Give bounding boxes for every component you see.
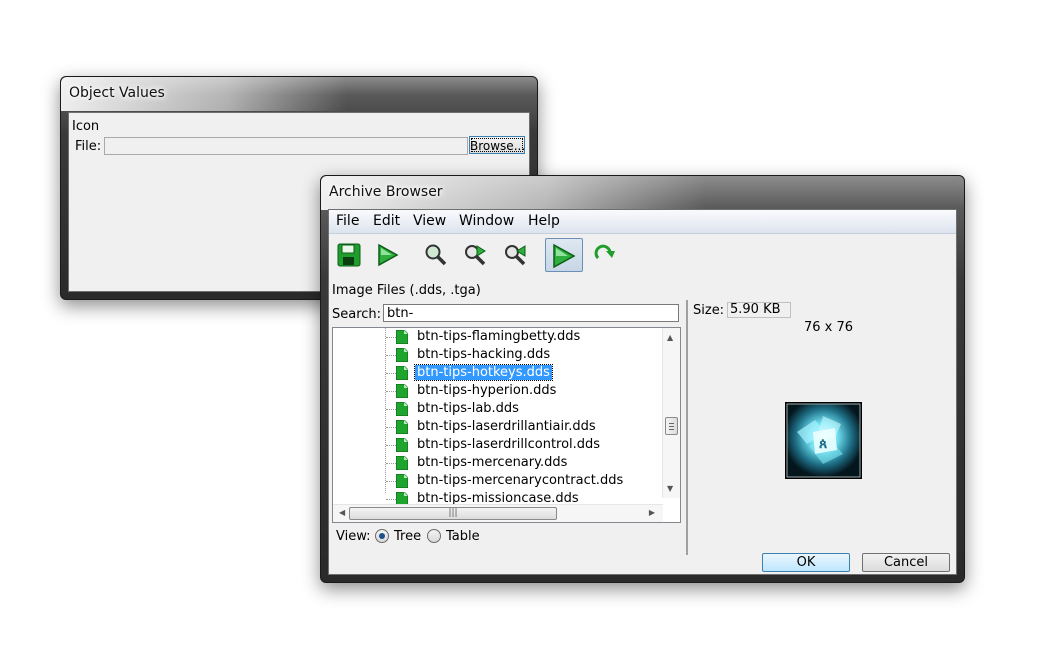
file-icon bbox=[396, 348, 408, 362]
tree-file-item[interactable]: btn-tips-laserdrillcontrol.dds bbox=[333, 436, 663, 454]
file-icon bbox=[396, 420, 408, 434]
find-next-icon bbox=[465, 245, 486, 266]
view-tree-radio[interactable] bbox=[375, 529, 389, 543]
cancel-button[interactable]: Cancel bbox=[862, 553, 950, 572]
refresh-icon bbox=[594, 244, 615, 260]
scroll-right-arrow-icon[interactable]: ▶ bbox=[649, 508, 655, 517]
view-table-label[interactable]: Table bbox=[446, 529, 480, 544]
search-icon bbox=[425, 244, 447, 266]
search-input[interactable]: btn- bbox=[383, 304, 679, 322]
tree-branch-line bbox=[386, 337, 396, 338]
search-label: Search: bbox=[332, 307, 382, 322]
file-label: File: bbox=[75, 139, 102, 154]
view-tree-label[interactable]: Tree bbox=[394, 529, 421, 544]
thumbnail-glyph: ጰ bbox=[819, 436, 827, 452]
tree-branch-line bbox=[386, 391, 396, 392]
file-tree[interactable]: btn-tips-flamingbetty.dds btn-tips-hackin… bbox=[332, 327, 681, 523]
file-icon bbox=[396, 366, 408, 380]
tree-branch-line bbox=[386, 463, 396, 464]
size-label: Size: bbox=[693, 303, 725, 318]
file-icon bbox=[396, 402, 408, 416]
find-previous-button[interactable] bbox=[499, 239, 531, 271]
tree-branch-line bbox=[386, 499, 396, 500]
tree-file-item[interactable]: btn-tips-hacking.dds bbox=[333, 346, 663, 364]
tree-file-name[interactable]: btn-tips-hyperion.dds bbox=[415, 383, 558, 398]
tree-file-name[interactable]: btn-tips-hacking.dds bbox=[415, 347, 552, 362]
archive-browser-window: Archive Browser File Edit View Window He… bbox=[320, 175, 965, 583]
ok-button[interactable]: OK bbox=[762, 553, 850, 572]
tree-file-item[interactable]: btn-tips-flamingbetty.dds bbox=[333, 328, 663, 346]
file-icon bbox=[396, 456, 408, 470]
tree-file-item[interactable]: btn-tips-mercenary.dds bbox=[333, 454, 663, 472]
play-toggle-icon bbox=[553, 243, 576, 269]
tree-branch-line bbox=[386, 445, 396, 446]
menu-file[interactable]: File bbox=[336, 213, 359, 229]
tree-branch-line bbox=[386, 481, 396, 482]
view-table-radio[interactable] bbox=[427, 529, 441, 543]
tree-file-item[interactable]: btn-tips-mercenarycontract.dds bbox=[333, 472, 663, 490]
tree-file-name[interactable]: btn-tips-hotkeys.dds bbox=[414, 364, 553, 381]
tree-branch-line bbox=[386, 427, 396, 428]
tree-branch-line bbox=[386, 409, 396, 410]
play-toggle-button[interactable] bbox=[545, 238, 583, 272]
horizontal-scrollbar[interactable]: ◀ ||| ▶ bbox=[333, 504, 663, 522]
hotkeys-thumbnail-icon: ጰ bbox=[786, 403, 861, 478]
menu-edit[interactable]: Edit bbox=[373, 213, 400, 229]
tree-file-item[interactable]: btn-tips-hyperion.dds bbox=[333, 382, 663, 400]
view-label: View: bbox=[336, 529, 371, 544]
tree-file-item[interactable]: btn-tips-hotkeys.dds bbox=[333, 364, 663, 382]
tree-branch-line bbox=[386, 373, 396, 374]
tree-file-item[interactable]: btn-tips-lab.dds bbox=[333, 400, 663, 418]
find-previous-icon bbox=[505, 245, 526, 266]
menu-help[interactable]: Help bbox=[528, 213, 560, 229]
scroll-up-arrow-icon[interactable]: ▲ bbox=[667, 333, 673, 342]
tree-file-item[interactable]: btn-tips-laserdrillantiair.dds bbox=[333, 418, 663, 436]
toolbar bbox=[329, 234, 956, 274]
pane-divider[interactable] bbox=[686, 300, 688, 555]
file-icon bbox=[396, 474, 408, 488]
tree-file-name[interactable]: btn-tips-lab.dds bbox=[415, 401, 521, 416]
scroll-down-arrow-icon[interactable]: ▼ bbox=[667, 484, 673, 493]
archive-browser-title: Archive Browser bbox=[329, 184, 443, 200]
play-icon bbox=[378, 243, 399, 267]
tree-file-name[interactable]: btn-tips-flamingbetty.dds bbox=[415, 329, 582, 344]
object-values-title: Object Values bbox=[69, 85, 165, 101]
image-dimensions: 76 x 76 bbox=[804, 320, 854, 335]
vertical-scroll-thumb[interactable] bbox=[665, 417, 678, 435]
tree-branch-line bbox=[386, 355, 396, 356]
browse-button[interactable]: Browse... bbox=[469, 136, 525, 154]
menu-window[interactable]: Window bbox=[459, 213, 514, 229]
tree-file-name[interactable]: btn-tips-mercenary.dds bbox=[415, 455, 569, 470]
menu-bar: File Edit View Window Help bbox=[329, 210, 956, 234]
scroll-left-arrow-icon[interactable]: ◀ bbox=[339, 508, 345, 517]
find-next-button[interactable] bbox=[459, 239, 491, 271]
file-icon bbox=[396, 438, 408, 452]
file-icon bbox=[396, 384, 408, 398]
image-preview: ጰ bbox=[785, 402, 862, 479]
size-value: 5.90 KB bbox=[727, 302, 791, 318]
file-icon bbox=[396, 330, 408, 344]
tree-file-name[interactable]: btn-tips-laserdrillcontrol.dds bbox=[415, 437, 602, 452]
file-field[interactable] bbox=[104, 137, 468, 155]
search-button[interactable] bbox=[419, 239, 451, 271]
archive-browser-client: File Edit View Window Help Image Files (… bbox=[328, 209, 957, 575]
save-button[interactable] bbox=[333, 239, 365, 271]
icon-label: Icon bbox=[72, 119, 100, 134]
file-filter-label: Image Files (.dds, .tga) bbox=[332, 283, 481, 298]
horizontal-scroll-thumb[interactable]: ||| bbox=[349, 507, 557, 520]
tree-file-name[interactable]: btn-tips-laserdrillantiair.dds bbox=[415, 419, 598, 434]
save-icon bbox=[337, 243, 361, 267]
refresh-button[interactable] bbox=[589, 239, 621, 271]
tree-file-name[interactable]: btn-tips-mercenarycontract.dds bbox=[415, 473, 625, 488]
play-button[interactable] bbox=[371, 239, 403, 271]
menu-view[interactable]: View bbox=[413, 213, 446, 229]
vertical-scrollbar[interactable]: ▲ ▼ bbox=[662, 328, 680, 498]
